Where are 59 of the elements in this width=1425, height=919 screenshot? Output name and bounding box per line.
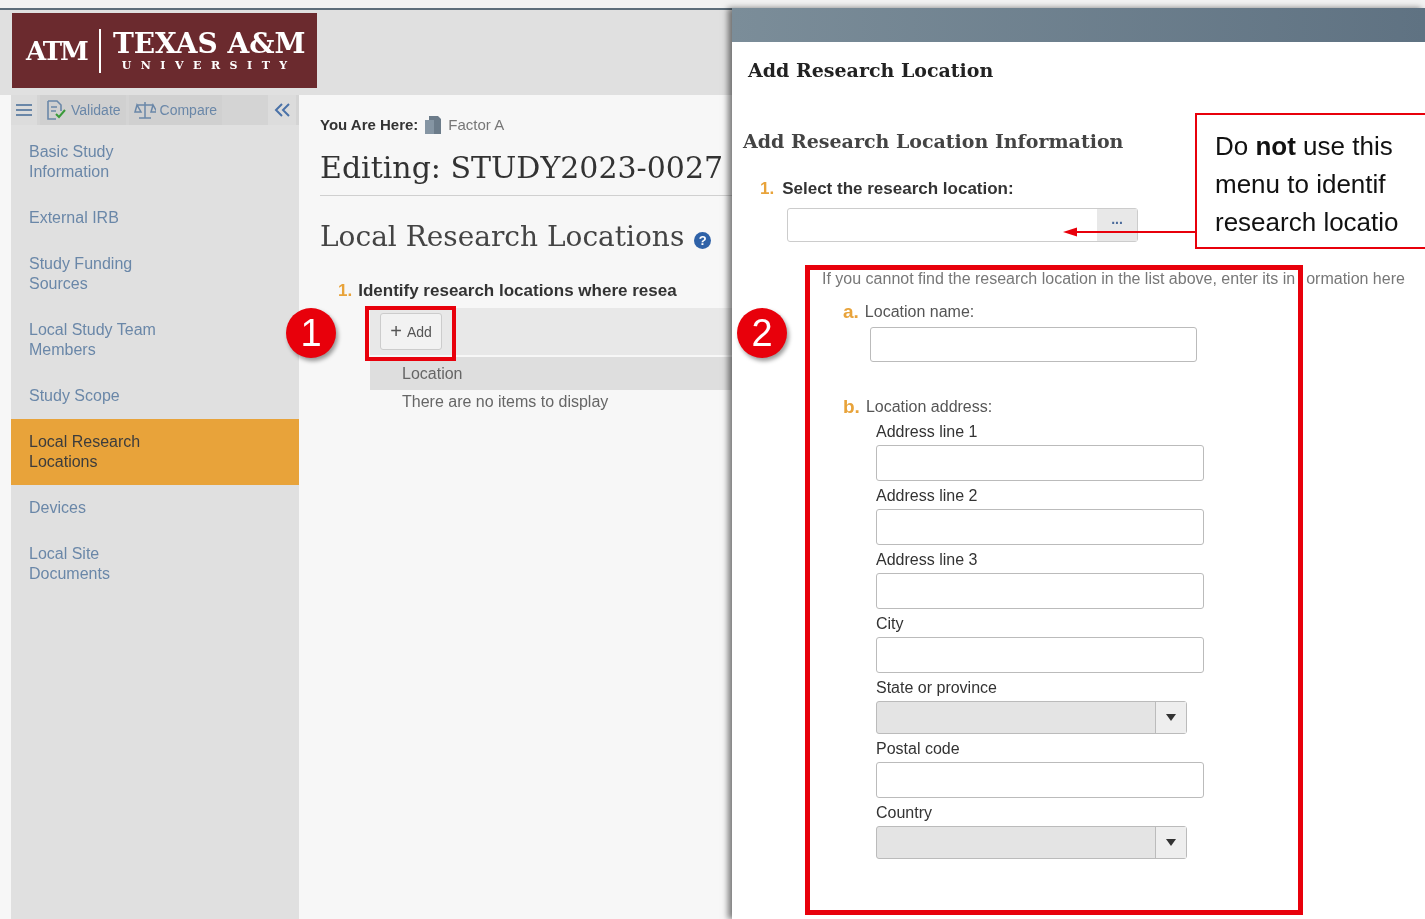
instruction-text: ormation here xyxy=(1306,270,1405,288)
text-field[interactable] xyxy=(876,509,1204,545)
toolbar-button[interactable]: Validate xyxy=(40,95,126,125)
column-header: Location xyxy=(370,357,732,390)
sidebar-item[interactable]: Basic Study Information xyxy=(11,129,197,195)
location-lookup-field[interactable]: ... xyxy=(787,208,1138,242)
field-number: a. xyxy=(843,302,859,322)
dialog-heading: Add Research Location Information xyxy=(743,129,1124,154)
breadcrumb-link[interactable]: Factor A xyxy=(448,115,505,135)
dialog-title: Add Research Location xyxy=(748,58,995,82)
collapse-button[interactable] xyxy=(268,95,296,125)
section-title: Local Research Locations xyxy=(320,219,685,255)
menu-button[interactable] xyxy=(11,95,37,125)
sidebar-item[interactable]: Devices xyxy=(11,485,197,531)
sidebar-item[interactable]: Local Site Documents xyxy=(11,531,197,597)
breadcrumb-label: You Are Here: xyxy=(320,115,419,135)
double-chevron-icon xyxy=(274,103,290,117)
field-label: Address line 2 xyxy=(876,486,979,506)
sidebar-item[interactable]: External IRB xyxy=(11,195,197,241)
question-text: Identify research locations where resea xyxy=(358,280,677,302)
text-field[interactable] xyxy=(876,573,1204,609)
document-icon xyxy=(424,115,443,135)
empty-message: There are no items to display xyxy=(402,392,610,412)
question-number: 1. xyxy=(338,280,353,302)
dropdown-field[interactable] xyxy=(876,701,1187,734)
question-text: Select the research location: xyxy=(782,178,1014,200)
text-field[interactable] xyxy=(876,762,1204,798)
field-label: State or province xyxy=(876,678,998,698)
scales-icon xyxy=(133,100,156,120)
logo-subtitle: UNIVERSITY xyxy=(121,58,297,73)
text-field[interactable] xyxy=(876,637,1204,673)
browse-button[interactable]: ... xyxy=(1097,209,1137,241)
field-label: Address line 3 xyxy=(876,550,979,570)
sidebar-item[interactable]: Local Study Team Members xyxy=(11,307,197,373)
sidebar-item[interactable]: Study Scope xyxy=(11,373,197,419)
field-label: Address line 1 xyxy=(876,422,979,442)
field-label: Location name: xyxy=(864,302,975,322)
toolbar-button[interactable]: Compare xyxy=(128,95,223,125)
sidebar-item[interactable]: Local Research Locations xyxy=(11,419,299,485)
field-label: Postal code xyxy=(876,739,961,759)
sidebar-item[interactable]: Study Funding Sources xyxy=(11,241,197,307)
field-number: b. xyxy=(843,397,860,417)
logo-wordmark: TEXAS A&M xyxy=(112,28,306,59)
document-check-icon xyxy=(45,100,67,120)
callout-text: Do not use this menu to identif research locatio xyxy=(1195,113,1425,249)
field-label: City xyxy=(876,614,905,634)
add-button[interactable]: + Add xyxy=(380,313,442,350)
text-field[interactable] xyxy=(876,445,1204,481)
field-label: Country xyxy=(876,803,934,823)
caret-icon xyxy=(1166,839,1176,846)
help-icon[interactable]: ? xyxy=(694,231,712,249)
location-name-field[interactable] xyxy=(870,327,1197,362)
caret-icon xyxy=(1166,714,1176,721)
field-label: Location address: xyxy=(865,397,993,417)
instruction-text: If you cannot find the research location in the list above, enter its in xyxy=(822,270,1296,288)
menu-icon xyxy=(16,103,32,117)
logo-monogram: ATM xyxy=(26,35,87,66)
dropdown-field[interactable] xyxy=(876,826,1187,859)
question-number: 1. xyxy=(760,178,775,200)
